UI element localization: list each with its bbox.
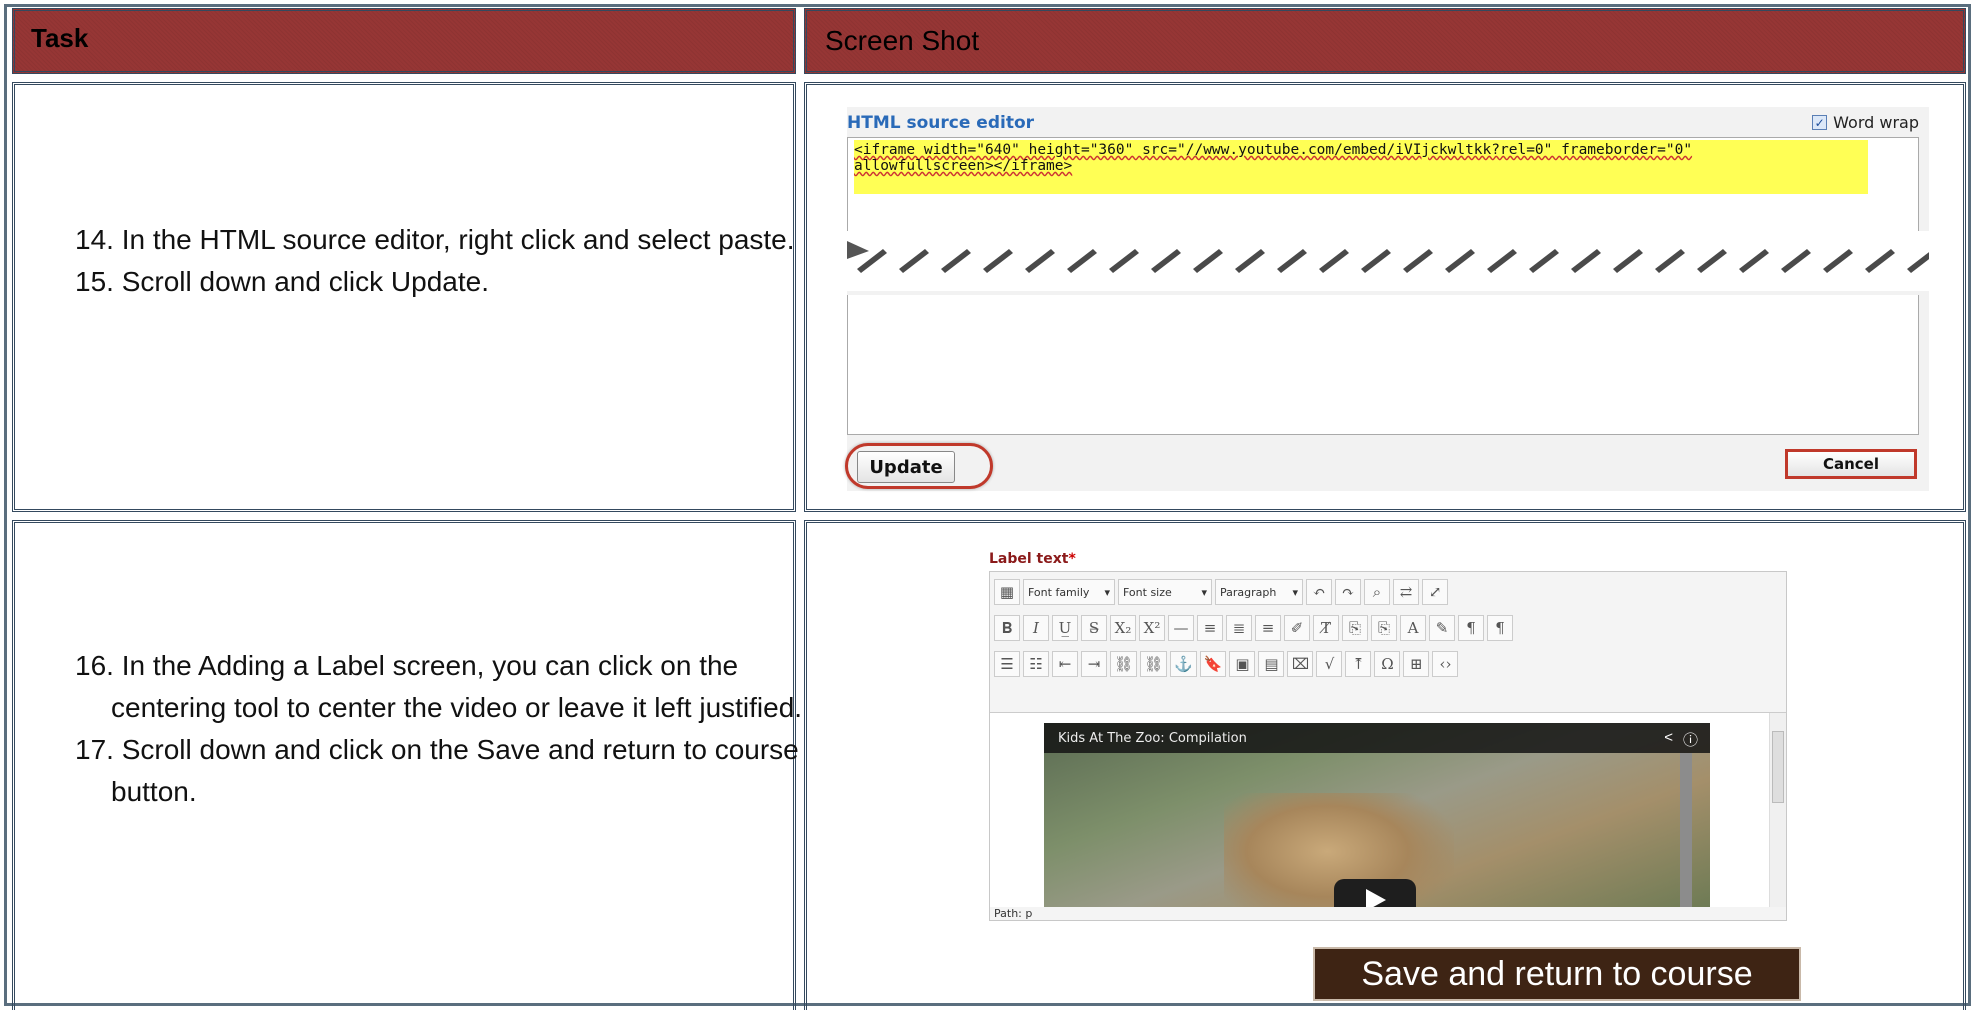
word-wrap-toggle[interactable]: ✓ Word wrap <box>1812 113 1919 132</box>
link-icon[interactable]: ⛓ <box>1110 651 1138 677</box>
text-color-icon[interactable]: A <box>1400 615 1426 641</box>
outdent-icon[interactable]: ⇤ <box>1052 651 1078 677</box>
toolbar-row-1: ▦ Font family ▾ Font size ▾ Paragraph ▾ ↶ ↷… <box>994 578 1448 606</box>
horizontal-rule-icon[interactable]: — <box>1168 615 1194 641</box>
paragraph-select[interactable]: Paragraph ▾ <box>1215 579 1303 605</box>
anchor-link-icon[interactable]: ⚓ <box>1170 651 1197 677</box>
align-left-icon[interactable]: ≡ <box>1197 615 1223 641</box>
header-task-label: Task <box>31 23 89 53</box>
table-icon[interactable]: ⊞ <box>1403 651 1430 677</box>
toolbar-row-2: 𝐁 𝐼 U̲ S̶ X₂ X² — ≡ ≣ ≡ ✐ T̸ ⎘ ⎘ A ✎ ¶ ¶ <box>994 614 1513 642</box>
step-17: 17. Scroll down and click on the Save an… <box>75 734 799 807</box>
step-16: 16. In the Adding a Label screen, you ca… <box>75 650 803 723</box>
update-button[interactable]: Update <box>857 451 955 483</box>
paragraph-label: Paragraph <box>1220 585 1277 599</box>
screenshot-cell-row2: Label text* ▦ Font family ▾ Font size ▾ Pa… <box>804 520 1966 1010</box>
status-path: Path: p <box>994 907 1033 920</box>
image-icon[interactable]: ▣ <box>1229 651 1256 677</box>
chevron-down-icon: ▾ <box>1201 585 1207 599</box>
code-line-1: <iframe width="640" height="360" src="//… <box>854 142 1693 158</box>
header-screenshot-label: Screen Shot <box>825 25 980 56</box>
paste-word-icon[interactable]: ⎘ <box>1371 615 1397 641</box>
superscript-icon[interactable]: X² <box>1139 615 1165 641</box>
html-source-icon[interactable]: ‹› <box>1432 651 1459 677</box>
task-list-row2: 16. In the Adding a Label screen, you ca… <box>75 645 811 813</box>
paste-text-icon[interactable]: ⎘ <box>1342 615 1368 641</box>
background-color-icon[interactable]: ✎ <box>1429 615 1455 641</box>
chevron-down-icon: ▾ <box>1292 585 1298 599</box>
bookmark-icon[interactable]: 🔖 <box>1199 651 1227 677</box>
manage-files-icon[interactable]: ⌧ <box>1287 651 1314 677</box>
checkbox-checked-icon[interactable]: ✓ <box>1812 115 1828 130</box>
fence-post-image <box>1680 753 1692 907</box>
screenshot-cell-row1: HTML source editor ✓ Word wrap <iframe w… <box>804 82 1966 512</box>
editor-scrollbar[interactable] <box>1769 713 1786 907</box>
strikethrough-icon[interactable]: S̶ <box>1081 615 1107 641</box>
play-button-icon[interactable] <box>1334 879 1416 907</box>
video-title-bar: Kids At The Zoo: Compilation <box>1044 723 1710 753</box>
ltr-icon[interactable]: ¶ <box>1458 615 1484 641</box>
upload-icon[interactable]: ⤒ <box>1345 651 1372 677</box>
font-size-label: Font size <box>1123 585 1172 599</box>
clear-formatting-icon[interactable]: T̸ <box>1313 615 1339 641</box>
cancel-button[interactable]: Cancel <box>1785 449 1917 479</box>
editor-content-area[interactable]: Kids At The Zoo: Compilation < ⓘ <box>990 712 1786 907</box>
required-mark: * <box>1068 551 1076 567</box>
video-controls: < ⓘ <box>1664 729 1698 750</box>
indent-icon[interactable]: ⇥ <box>1081 651 1107 677</box>
underline-icon[interactable]: U̲ <box>1052 615 1078 641</box>
unlink-icon[interactable]: ⛓ <box>1140 651 1168 677</box>
save-and-return-button[interactable]: Save and return to course <box>1313 947 1801 1001</box>
info-icon[interactable]: ⓘ <box>1683 729 1698 750</box>
chevron-down-icon: ▾ <box>1104 585 1110 599</box>
bullet-list-icon[interactable]: ☰ <box>994 651 1020 677</box>
header-screenshot: Screen Shot <box>804 8 1966 74</box>
task-list-row1: 14. In the HTML source editor, right cli… <box>75 219 811 303</box>
undo-icon[interactable]: ↶ <box>1306 579 1332 605</box>
code-line-2: allowfullscreen></iframe> <box>854 158 1073 174</box>
word-wrap-label: Word wrap <box>1833 113 1919 132</box>
bold-icon[interactable]: 𝐁 <box>994 615 1020 641</box>
label-text-title: Label text* <box>989 551 1076 567</box>
rtl-icon[interactable]: ¶ <box>1487 615 1513 641</box>
share-icon[interactable]: < <box>1664 729 1673 750</box>
fullscreen-icon[interactable]: ⤢ <box>1422 579 1448 605</box>
redo-icon[interactable]: ↷ <box>1335 579 1361 605</box>
numbered-list-icon[interactable]: ☷ <box>1023 651 1049 677</box>
align-center-icon[interactable]: ≣ <box>1226 615 1252 641</box>
find-icon[interactable]: ⌕ <box>1364 579 1390 605</box>
replace-icon[interactable]: ⇄ <box>1393 579 1419 605</box>
source-textarea[interactable]: <iframe width="640" height="360" src="//… <box>847 137 1919 233</box>
task-cell-row2: 16. In the Adding a Label screen, you ca… <box>12 520 802 1010</box>
pasted-code: <iframe width="640" height="360" src="//… <box>854 140 1868 194</box>
step-14: 14. In the HTML source editor, right cli… <box>75 224 795 255</box>
italic-icon[interactable]: 𝐼 <box>1023 615 1049 641</box>
media-icon[interactable]: ▤ <box>1258 651 1285 677</box>
embedded-video[interactable]: Kids At The Zoo: Compilation < ⓘ <box>1044 723 1710 907</box>
equation-icon[interactable]: √ <box>1316 651 1343 677</box>
task-cell-row1: 14. In the HTML source editor, right cli… <box>12 82 796 512</box>
header-task: Task <box>12 8 796 74</box>
clean-icon[interactable]: ✐ <box>1284 615 1310 641</box>
rich-text-editor: ▦ Font family ▾ Font size ▾ Paragraph ▾ ↶ ↷… <box>989 571 1787 921</box>
toolbar-row-3: ☰ ☷ ⇤ ⇥ ⛓ ⛓ ⚓ 🔖 ▣ ▤ ⌧ √ ⤒ Ω ⊞ ‹› <box>994 650 1459 678</box>
align-right-icon[interactable]: ≡ <box>1255 615 1281 641</box>
source-editor-title: HTML source editor <box>847 113 1035 133</box>
toolbar-toggle-icon[interactable]: ▦ <box>994 579 1020 605</box>
special-char-icon[interactable]: Ω <box>1374 651 1401 677</box>
label-editor-screenshot: Label text* ▦ Font family ▾ Font size ▾ Pa… <box>989 551 1801 1001</box>
torn-edge-icon <box>847 231 1929 291</box>
font-family-select[interactable]: Font family ▾ <box>1023 579 1115 605</box>
label-text-title-text: Label text <box>989 551 1069 567</box>
subscript-icon[interactable]: X₂ <box>1110 615 1136 641</box>
font-size-select[interactable]: Font size ▾ <box>1118 579 1212 605</box>
font-family-label: Font family <box>1028 585 1090 599</box>
html-source-editor: HTML source editor ✓ Word wrap <iframe w… <box>845 107 1929 491</box>
scrollbar-thumb[interactable] <box>1772 731 1784 803</box>
video-title: Kids At The Zoo: Compilation <box>1058 730 1247 746</box>
step-15: 15. Scroll down and click Update. <box>75 266 489 297</box>
source-textarea-lower[interactable] <box>847 295 1919 435</box>
